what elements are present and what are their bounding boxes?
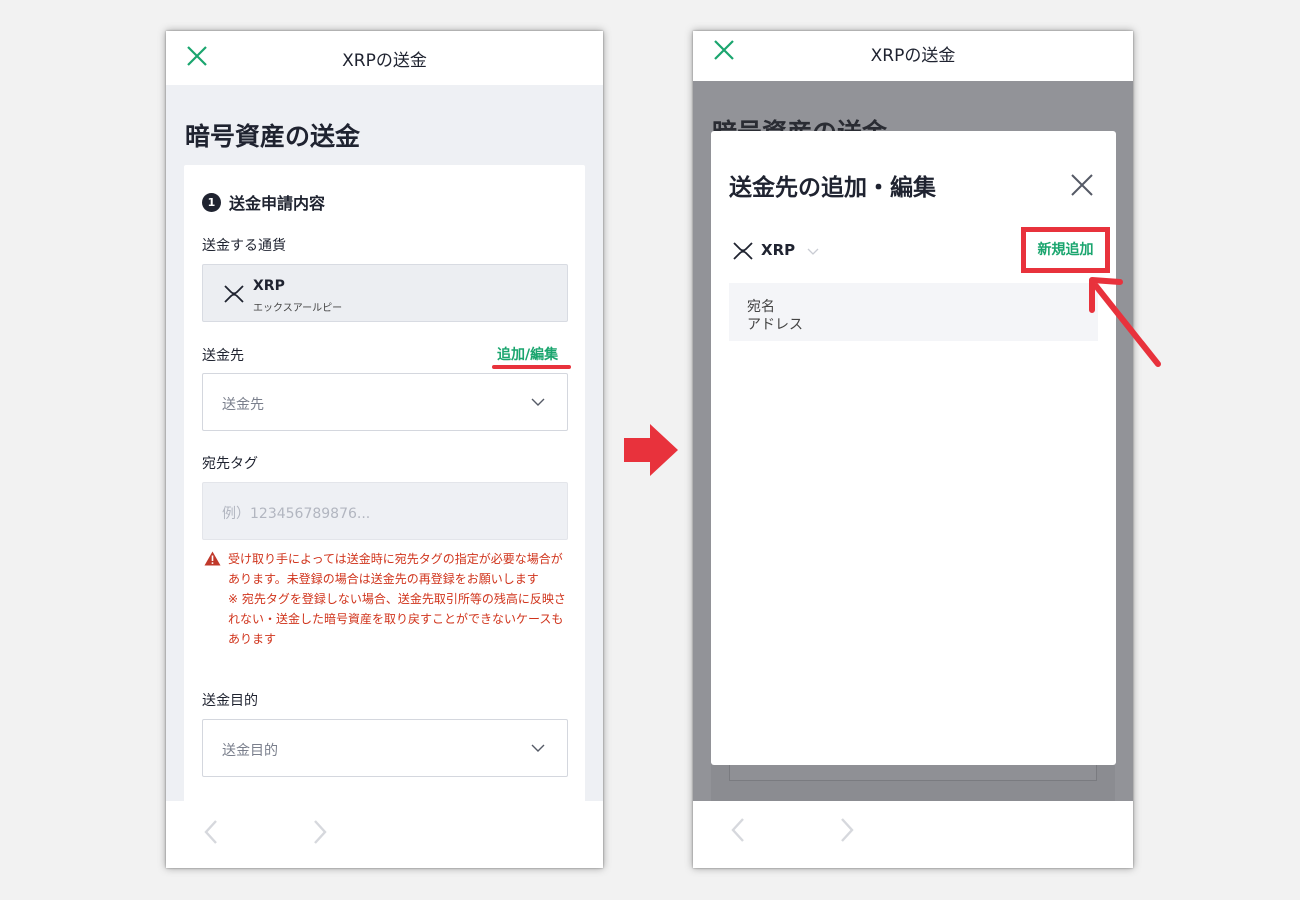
- header-title: XRPの送金: [342, 50, 427, 71]
- add-edit-link[interactable]: 追加/編集: [497, 344, 558, 364]
- destination-placeholder: 送金先: [222, 397, 264, 413]
- currency-name: エックスアールピー: [253, 303, 343, 314]
- forward-arrow-icon[interactable]: [840, 817, 854, 843]
- warning-text: 受け取り手によっては送金時に宛先タグの指定が必要な場合があります。未登録の場合は…: [228, 552, 566, 646]
- header-bar: XRPの送金: [166, 31, 603, 85]
- step-title: 送金申請内容: [229, 194, 326, 213]
- new-add-highlight: 新規追加: [1021, 227, 1110, 273]
- modal-title: 送金先の追加・編集: [729, 175, 936, 201]
- browser-nav-bar: [693, 801, 1133, 868]
- xrp-icon: [733, 242, 753, 260]
- right-phone-screen: XRPの送金 暗号資産の送金 送金先の追加・編集 XRP 新規追加 宛名 アドレ…: [693, 31, 1133, 868]
- transition-arrow-icon: [624, 424, 678, 476]
- form-card: 1 送金申請内容 送金する通貨 XRP エックスアールピー 送金先 追加/編集 …: [184, 165, 585, 805]
- dest-name-label: 宛名: [747, 299, 775, 315]
- currency-display: XRP エックスアールピー: [202, 264, 568, 322]
- step-number-badge: 1: [202, 192, 221, 212]
- close-icon[interactable]: [711, 37, 737, 63]
- purpose-label: 送金目的: [202, 693, 258, 709]
- warning-icon: [204, 551, 221, 566]
- destination-select[interactable]: 送金先: [202, 373, 568, 431]
- purpose-placeholder: 送金目的: [222, 743, 278, 759]
- destination-list-header: 宛名 アドレス: [729, 283, 1098, 341]
- dest-tag-label: 宛先タグ: [202, 456, 258, 472]
- currency-label: 送金する通貨: [202, 238, 286, 254]
- dest-address-label: アドレス: [747, 317, 803, 333]
- chevron-down-icon[interactable]: [807, 248, 819, 256]
- destination-label: 送金先: [202, 348, 244, 364]
- pointer-arrow-icon: [1089, 277, 1161, 367]
- purpose-select[interactable]: 送金目的: [202, 719, 568, 777]
- dest-tag-input[interactable]: 例）123456789876...: [202, 482, 568, 540]
- close-icon[interactable]: [1070, 173, 1094, 197]
- step-heading: 1 送金申請内容: [202, 190, 325, 214]
- close-icon[interactable]: [184, 43, 210, 69]
- currency-selector[interactable]: XRP: [761, 241, 795, 259]
- currency-code: XRP: [253, 278, 285, 294]
- destination-modal: 送金先の追加・編集 XRP 新規追加 宛名 アドレス: [711, 131, 1116, 765]
- highlight-underline: [492, 365, 571, 369]
- header-title: XRPの送金: [870, 45, 956, 66]
- dest-tag-placeholder: 例）123456789876...: [222, 506, 371, 522]
- back-arrow-icon[interactable]: [731, 817, 745, 843]
- browser-nav-bar: [166, 801, 603, 868]
- xrp-icon: [224, 285, 244, 303]
- forward-arrow-icon[interactable]: [313, 819, 327, 845]
- back-arrow-icon[interactable]: [204, 819, 218, 845]
- chevron-down-icon: [531, 744, 545, 752]
- new-add-button[interactable]: 新規追加: [1026, 232, 1105, 268]
- left-phone-screen: XRPの送金 暗号資産の送金 1 送金申請内容 送金する通貨 XRP エックスア…: [166, 31, 603, 868]
- header-bar: XRPの送金: [693, 31, 1133, 81]
- page-title: 暗号資産の送金: [185, 122, 361, 151]
- chevron-down-icon: [531, 398, 545, 406]
